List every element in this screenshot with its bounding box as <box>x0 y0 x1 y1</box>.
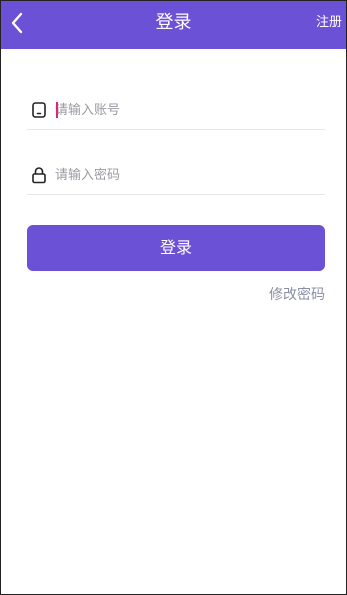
password-field <box>27 158 325 195</box>
lock-icon <box>32 167 46 184</box>
account-field <box>27 93 325 130</box>
phone-icon <box>32 102 46 118</box>
page-title: 登录 <box>155 12 192 33</box>
nav-bar: 登录 注册 <box>1 1 346 49</box>
text-caret <box>56 102 58 118</box>
register-link[interactable]: 注册 <box>316 1 342 49</box>
app-screen: 登录 注册 登录 修改密码 <box>0 0 347 595</box>
password-input[interactable] <box>55 162 315 188</box>
login-button[interactable]: 登录 <box>27 225 325 271</box>
change-password-link[interactable]: 修改密码 <box>269 284 325 304</box>
account-input[interactable] <box>55 97 315 123</box>
